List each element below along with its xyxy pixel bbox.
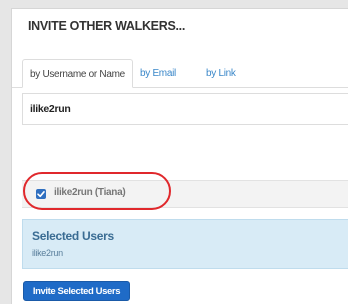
search-result-item[interactable]: ilike2run (Tiana) — [22, 180, 348, 208]
invite-selected-users-button[interactable]: Invite Selected Users — [23, 281, 130, 301]
panel-title: INVITE OTHER WALKERS... — [28, 19, 185, 33]
tab-link[interactable]: by Link — [199, 59, 243, 88]
invite-method-tabs: by Username or Name by Email by Link — [12, 49, 348, 88]
selected-users-box: Selected Users ilike2run — [22, 219, 348, 269]
tab-email[interactable]: by Email — [133, 59, 183, 88]
checkmark-icon — [37, 191, 45, 198]
invite-panel: INVITE OTHER WALKERS... by Username or N… — [11, 8, 348, 304]
selected-user-item: ilike2run — [32, 248, 63, 258]
result-user-label: ilike2run (Tiana) — [54, 187, 126, 198]
screenshot-frame: INVITE OTHER WALKERS... by Username or N… — [0, 0, 348, 304]
username-search-input[interactable]: ilike2run — [22, 93, 348, 125]
tab-username-or-name[interactable]: by Username or Name — [22, 59, 133, 88]
result-checkbox[interactable] — [36, 189, 46, 199]
selected-users-title: Selected Users — [32, 229, 114, 243]
